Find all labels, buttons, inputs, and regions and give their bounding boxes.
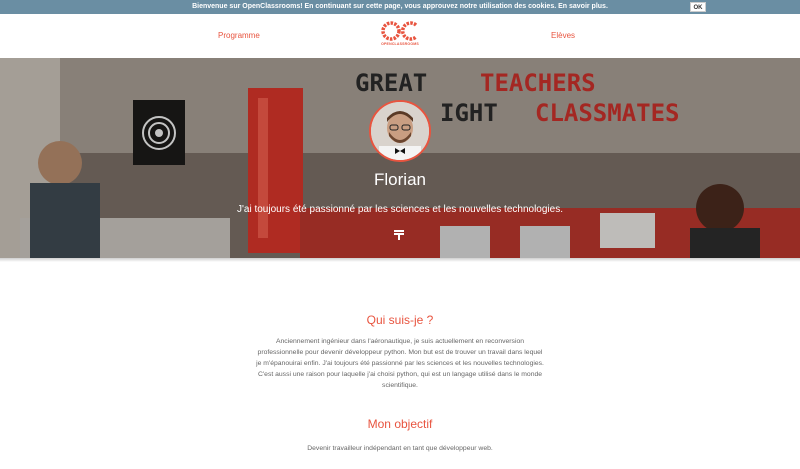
avatar-portrait [371,102,429,160]
profile-name: Florian [374,170,426,189]
oc-logo-icon [381,21,418,41]
scroll-down-icon[interactable] [393,230,405,240]
openclassrooms-logo[interactable]: OPENCLASSROOMS [376,20,424,50]
section-text-qui-suis-je: Anciennement ingénieur dans l'aéronautiq… [256,338,544,389]
section-text-objectif: Devenir travailleur indépendant en tant … [307,445,493,452]
logo-text: OPENCLASSROOMS [381,42,419,46]
section-title-objectif: Mon objectif [367,417,433,431]
cookie-message: Bienvenue sur OpenClassrooms! En continu… [192,3,608,10]
section-title-qui-suis-je: Qui suis-je ? [366,313,434,327]
hero-banner: GREAT TEACHERS IGHT CLASSMATES Florian J… [0,58,800,258]
profile-avatar [369,100,431,162]
nav-programme-link[interactable]: Programme [218,31,260,40]
nav-eleves-link[interactable]: Elèves [551,31,575,40]
profile-tagline: J'ai toujours été passionné par les scie… [237,204,563,215]
cookie-banner: Bienvenue sur OpenClassrooms! En continu… [0,0,800,14]
hero-shadow [0,258,800,262]
site-header: Programme OPENCLASSROOMS Elèves [0,14,800,58]
cookie-ok-button[interactable]: OK [690,2,706,12]
